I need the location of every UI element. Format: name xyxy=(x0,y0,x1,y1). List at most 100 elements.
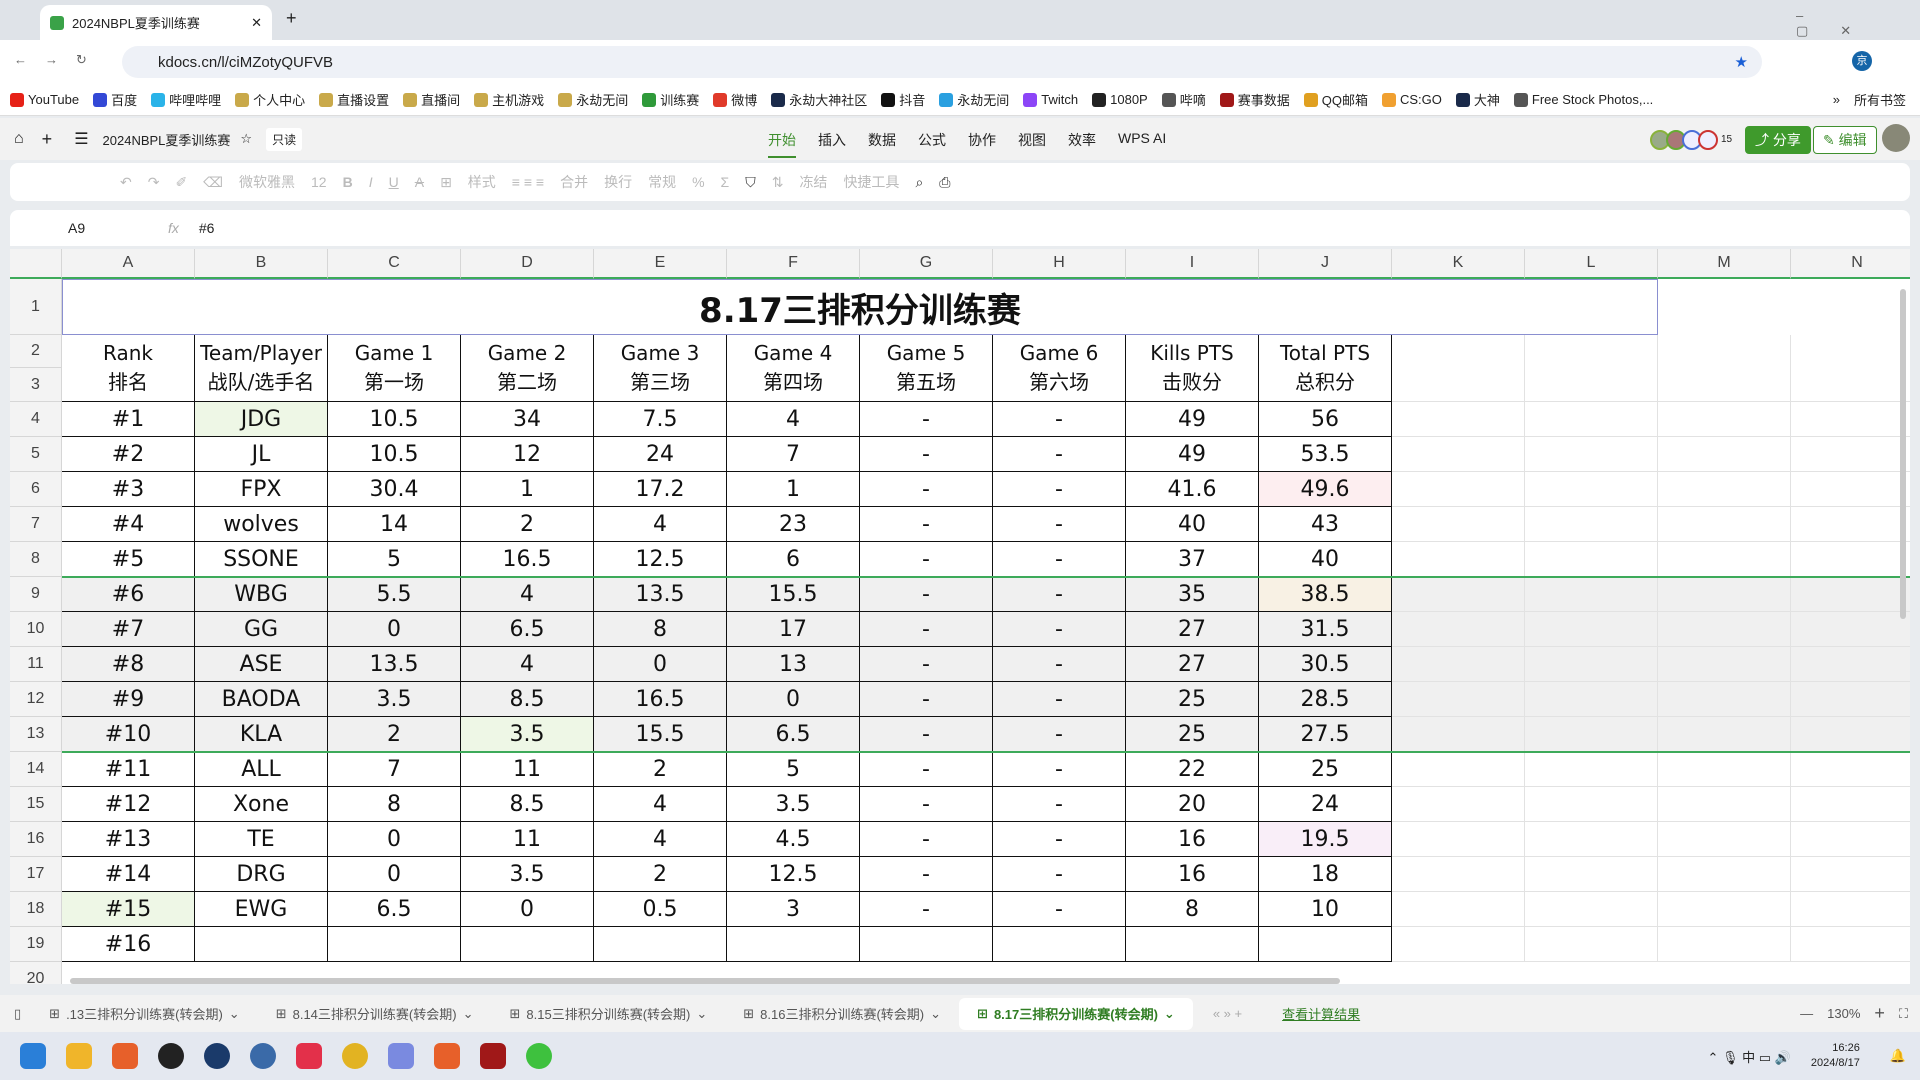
empty-cell[interactable] xyxy=(1658,507,1791,542)
empty-cell[interactable] xyxy=(1392,437,1525,472)
menu-tab[interactable]: 开始 xyxy=(768,130,796,158)
empty-cell[interactable] xyxy=(1791,335,1910,402)
fx-icon[interactable]: fx xyxy=(168,220,179,236)
score-cell[interactable]: 11 xyxy=(461,752,594,787)
empty-cell[interactable] xyxy=(1392,472,1525,507)
row-header[interactable]: 20 xyxy=(10,962,62,984)
empty-cell[interactable] xyxy=(1525,612,1658,647)
score-cell[interactable]: 17 xyxy=(727,612,860,647)
redo-icon[interactable]: ↷ xyxy=(148,174,160,191)
share-button[interactable]: ⤴ 分享 xyxy=(1745,126,1811,154)
empty-cell[interactable] xyxy=(1658,682,1791,717)
score-cell[interactable]: 13 xyxy=(727,647,860,682)
score-cell[interactable]: 13.5 xyxy=(594,577,727,612)
column-title[interactable]: Game 2 第二场 xyxy=(461,335,594,402)
bookmark-item[interactable]: CS:GO xyxy=(1381,92,1442,107)
score-cell[interactable]: - xyxy=(860,752,993,787)
score-cell[interactable]: 24 xyxy=(594,437,727,472)
score-cell[interactable]: - xyxy=(860,402,993,437)
chevron-down-icon[interactable]: ⌄ xyxy=(229,1006,240,1022)
score-cell[interactable]: 1 xyxy=(461,472,594,507)
row-header[interactable]: 3 xyxy=(10,368,62,402)
empty-cell[interactable] xyxy=(1791,507,1910,542)
score-cell[interactable] xyxy=(860,927,993,962)
sheet-title[interactable]: 8.17三排积分训练赛 xyxy=(62,279,1658,335)
empty-cell[interactable] xyxy=(1525,927,1658,962)
score-cell[interactable]: 1 xyxy=(727,472,860,507)
score-cell[interactable]: - xyxy=(860,822,993,857)
close-tab-icon[interactable]: ✕ xyxy=(251,15,262,31)
app-icon[interactable] xyxy=(250,1043,276,1069)
score-cell[interactable]: 12.5 xyxy=(727,857,860,892)
zoom-level[interactable]: 130% xyxy=(1827,1006,1860,1021)
row-header[interactable]: 7 xyxy=(10,507,62,542)
score-cell[interactable]: - xyxy=(860,577,993,612)
score-cell[interactable]: 5 xyxy=(328,542,461,577)
bookmark-item[interactable]: Twitch xyxy=(1023,92,1078,107)
column-header[interactable]: H xyxy=(993,249,1126,279)
score-cell[interactable]: - xyxy=(993,507,1126,542)
empty-cell[interactable] xyxy=(1392,717,1525,752)
url-input[interactable]: kdocs.cn/l/ciMZotyQUFVB ★ xyxy=(122,46,1762,78)
name-box[interactable]: A9 xyxy=(68,220,158,236)
filter-icon[interactable]: ⛉ xyxy=(745,174,756,191)
align-icon[interactable]: ≡ ≡ ≡ xyxy=(512,174,544,190)
row-header[interactable]: 18 xyxy=(10,892,62,927)
score-cell[interactable] xyxy=(1259,927,1392,962)
score-cell[interactable]: 4 xyxy=(461,647,594,682)
row-header[interactable]: 6 xyxy=(10,472,62,507)
score-cell[interactable]: 49 xyxy=(1126,437,1259,472)
rank-cell[interactable]: #6 xyxy=(62,577,195,612)
format-painter-icon[interactable]: ✐ xyxy=(175,174,187,191)
score-cell[interactable]: 53.5 xyxy=(1259,437,1392,472)
bookmark-item[interactable]: 百度 xyxy=(93,90,137,109)
sheet-tab[interactable]: ⊞ 8.16三排积分训练赛(转会期) ⌄ xyxy=(725,998,959,1030)
team-cell[interactable]: Xone xyxy=(195,787,328,822)
empty-cell[interactable] xyxy=(1392,857,1525,892)
sheet-tab[interactable]: ⊞ 8.14三排积分训练赛(转会期) ⌄ xyxy=(258,998,492,1030)
score-cell[interactable]: 10.5 xyxy=(328,437,461,472)
empty-cell[interactable] xyxy=(1525,787,1658,822)
score-cell[interactable]: 3.5 xyxy=(328,682,461,717)
team-cell[interactable]: ASE xyxy=(195,647,328,682)
row-header[interactable]: 11 xyxy=(10,647,62,682)
team-cell[interactable]: TE xyxy=(195,822,328,857)
score-cell[interactable]: - xyxy=(860,892,993,927)
rank-cell[interactable]: #11 xyxy=(62,752,195,787)
bookmark-item[interactable]: 大神 xyxy=(1455,90,1500,109)
score-cell[interactable]: 2 xyxy=(594,857,727,892)
score-cell[interactable] xyxy=(594,927,727,962)
empty-cell[interactable] xyxy=(1392,612,1525,647)
score-cell[interactable]: 56 xyxy=(1259,402,1392,437)
score-cell[interactable]: 7 xyxy=(727,437,860,472)
quick-tools-button[interactable]: 快捷工具 xyxy=(843,172,899,192)
score-cell[interactable]: - xyxy=(993,612,1126,647)
score-cell[interactable]: - xyxy=(993,857,1126,892)
score-cell[interactable]: 8 xyxy=(594,612,727,647)
menu-tab[interactable]: 视图 xyxy=(1018,130,1046,158)
row-header[interactable]: 19 xyxy=(10,927,62,962)
score-cell[interactable]: 17.2 xyxy=(594,472,727,507)
team-cell[interactable]: KLA xyxy=(195,717,328,752)
score-cell[interactable]: - xyxy=(860,787,993,822)
edit-button[interactable]: ✎ 编辑 xyxy=(1813,126,1877,154)
score-cell[interactable]: 16 xyxy=(1126,822,1259,857)
clock[interactable]: 16:26 2024/8/17 xyxy=(1811,1041,1860,1071)
bookmark-item[interactable]: 1080P xyxy=(1092,92,1148,107)
score-cell[interactable]: 2 xyxy=(328,717,461,752)
score-cell[interactable]: 41.6 xyxy=(1126,472,1259,507)
tray-icons[interactable]: ⌃ 🎙 中 ▭ 🔊 xyxy=(1708,1047,1791,1066)
bookmark-item[interactable]: 直播设置 xyxy=(319,90,389,109)
empty-cell[interactable] xyxy=(1658,857,1791,892)
menu-tab[interactable]: 数据 xyxy=(868,130,896,158)
empty-cell[interactable] xyxy=(1525,507,1658,542)
score-cell[interactable]: 0 xyxy=(328,857,461,892)
bookmark-item[interactable]: 微博 xyxy=(713,90,757,109)
user-avatar[interactable] xyxy=(1882,124,1910,152)
rank-cell[interactable]: #8 xyxy=(62,647,195,682)
menu-icon[interactable]: ☰ xyxy=(74,129,88,149)
score-cell[interactable]: 10.5 xyxy=(328,402,461,437)
star-icon[interactable]: ☆ xyxy=(240,131,252,147)
empty-cell[interactable] xyxy=(1791,717,1910,752)
row-header[interactable]: 10 xyxy=(10,612,62,647)
